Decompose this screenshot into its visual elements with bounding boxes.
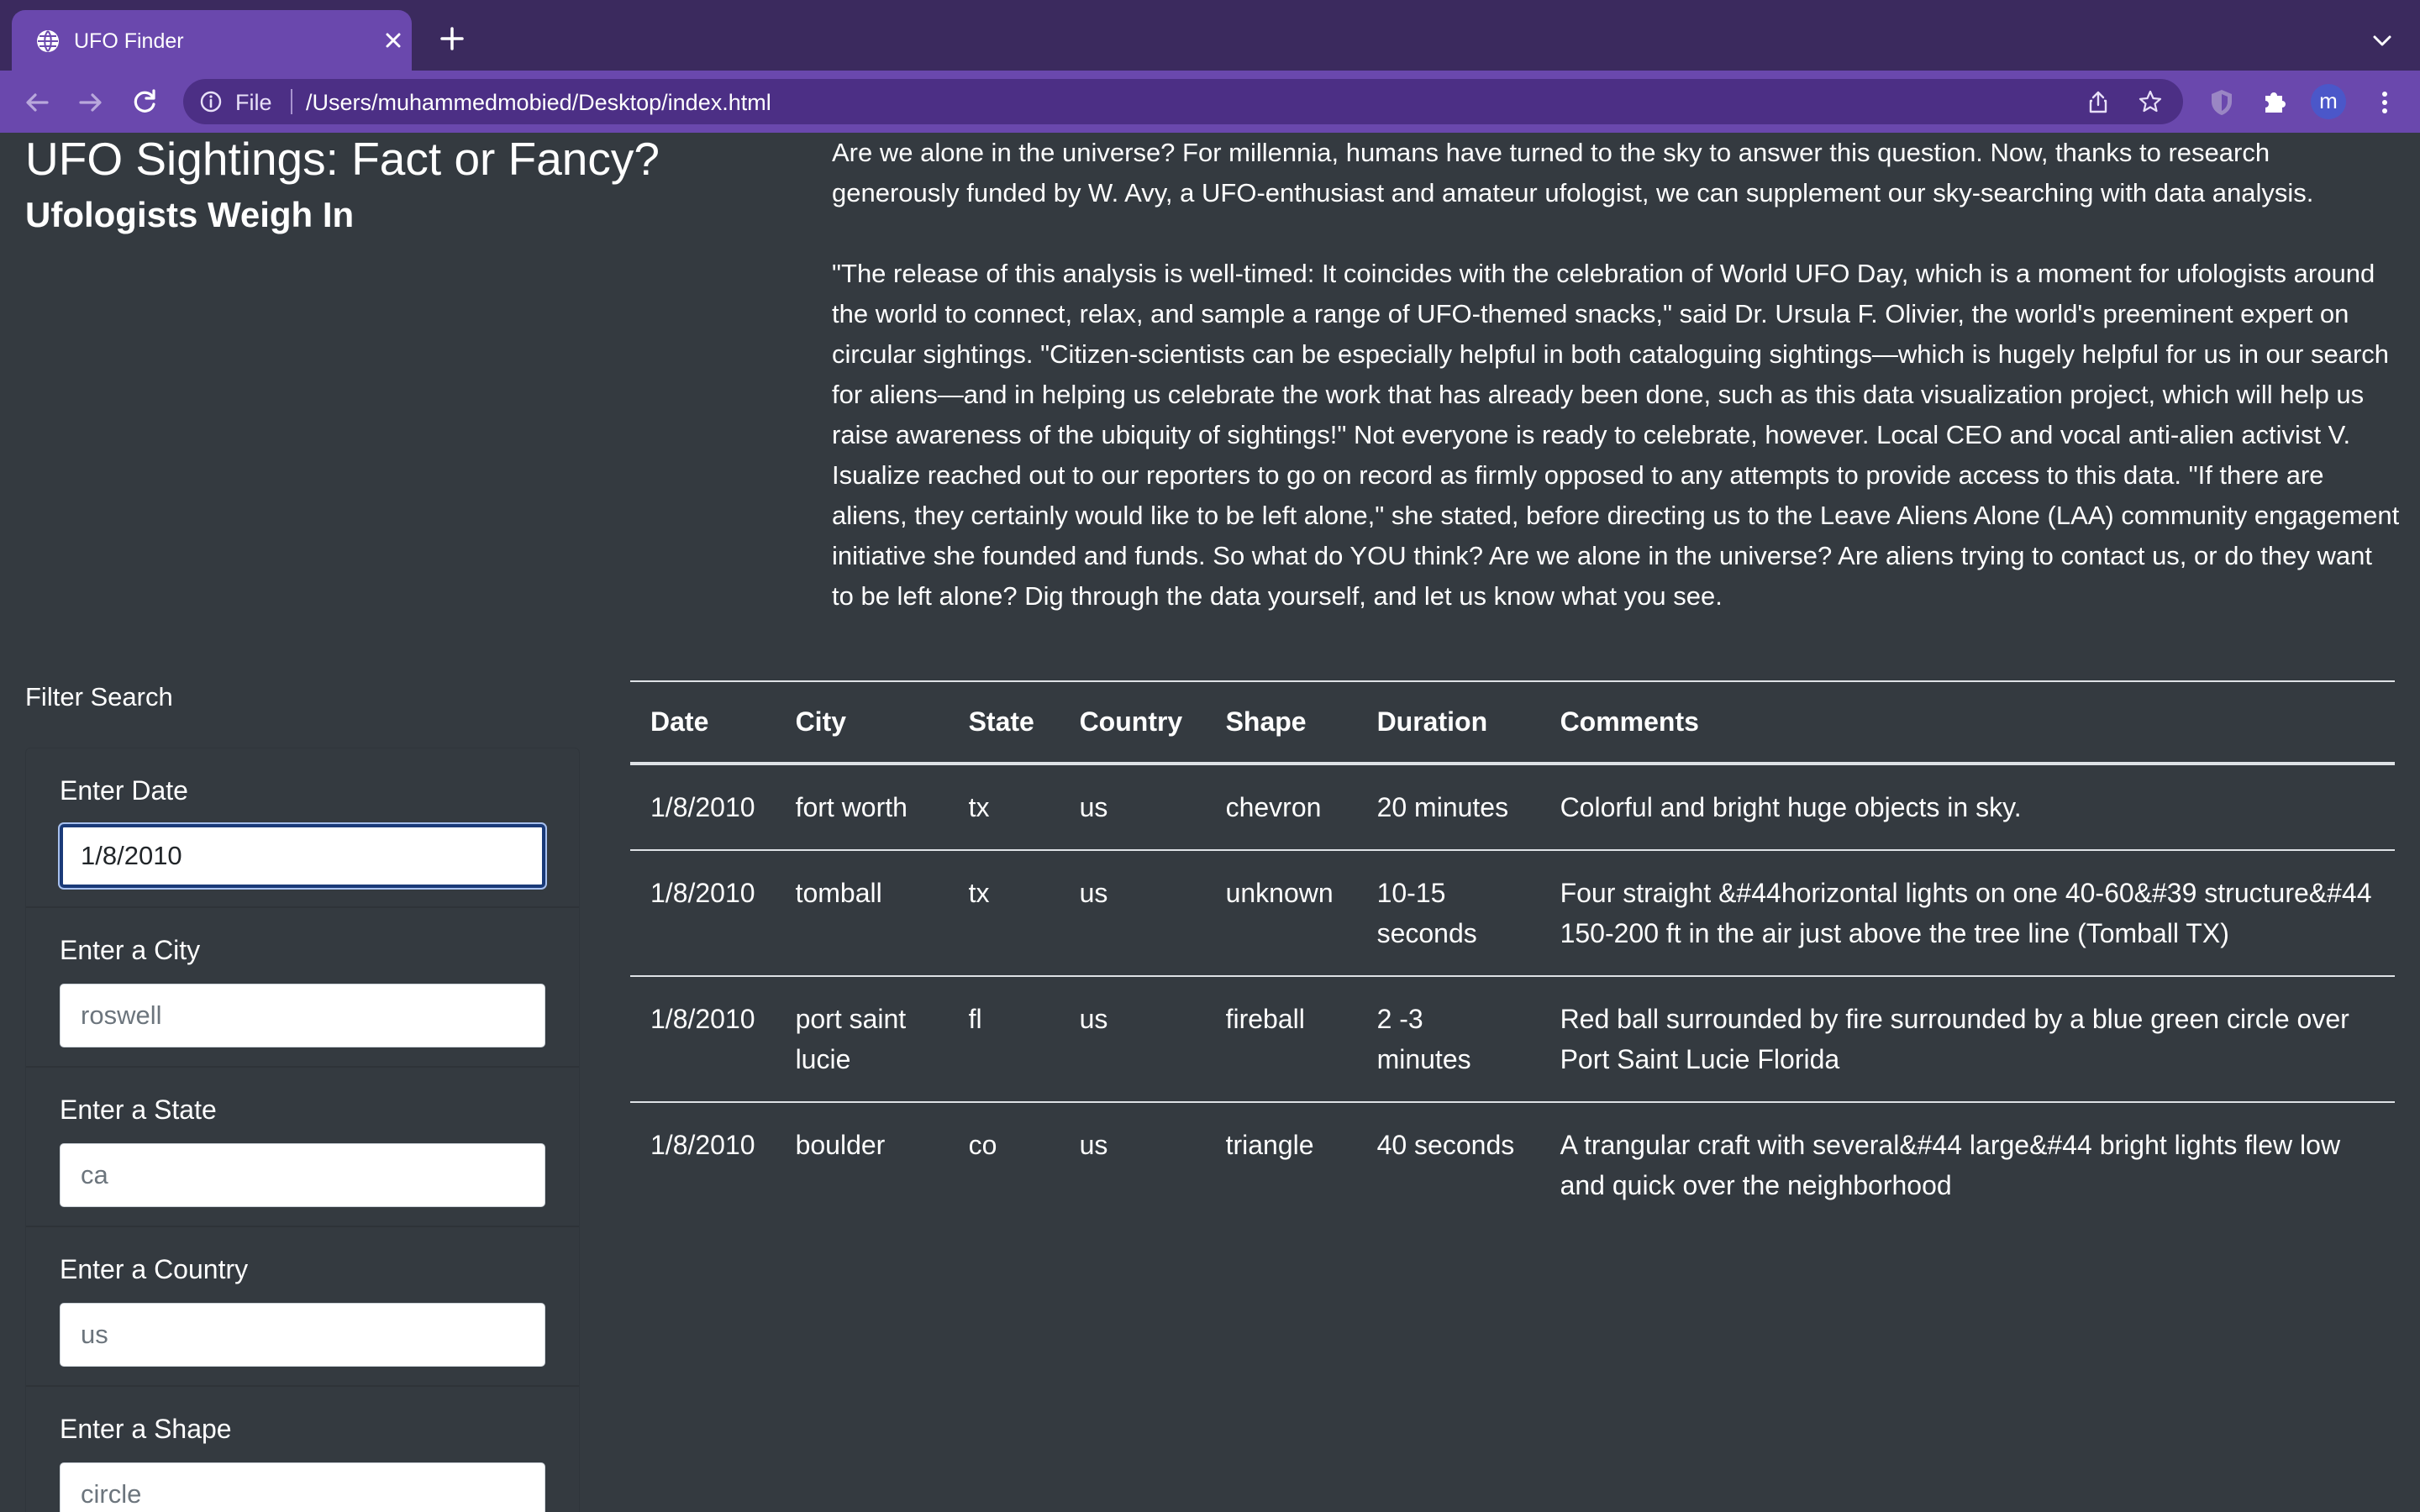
column-header-shape: Shape [1205, 681, 1357, 765]
cell-state: tx [948, 850, 1060, 977]
table-header-row: Date City State Country Shape Duration C… [630, 681, 2395, 765]
url-scheme-label: File [235, 90, 272, 115]
reload-icon[interactable] [128, 86, 161, 119]
share-icon[interactable] [2086, 89, 2111, 114]
state-input[interactable] [60, 1143, 545, 1207]
shield-icon[interactable] [2205, 86, 2238, 119]
address-bar[interactable]: File /Users/muhammedmobied/Desktop/index… [183, 79, 2183, 124]
cell-city: fort worth [775, 764, 949, 851]
filter-item-date: Enter Date [26, 748, 579, 908]
cell-city: port saint lucie [775, 976, 949, 1103]
cell-duration: 40 seconds [1376, 1130, 1515, 1160]
new-tab-icon[interactable] [437, 24, 467, 54]
cell-state: fl [948, 976, 1060, 1103]
cell-shape: unknown [1205, 850, 1357, 977]
table-row: 1/8/2010 tomball tx us unknown 10-15 sec… [630, 850, 2395, 977]
date-label: Enter Date [60, 775, 188, 806]
shape-input[interactable] [60, 1462, 545, 1512]
cell-duration: 20 minutes [1356, 764, 1540, 851]
cell-comments: Four straight &#44horizontal lights on o… [1539, 850, 2395, 977]
cell-comments: Colorful and bright huge objects in sky. [1539, 764, 2395, 851]
tab-strip: UFO Finder [0, 0, 2420, 71]
country-label: Enter a Country [60, 1254, 249, 1284]
page-title: UFO Sightings: Fact or Fancy? [25, 133, 660, 185]
browser-toolbar: File /Users/muhammedmobied/Desktop/index… [0, 71, 2420, 133]
column-header-comments: Comments [1539, 681, 2395, 765]
column-header-country: Country [1059, 681, 1206, 765]
cell-comments: A trangular craft with several&#44 large… [1560, 1130, 2341, 1200]
intro-paragraph: "The release of this analysis is well-ti… [832, 259, 2400, 611]
cell-state: co [968, 1130, 997, 1160]
cell-state: tx [948, 764, 1060, 851]
date-input[interactable] [60, 824, 545, 888]
filter-item-city: Enter a City [26, 908, 579, 1068]
browser-tab[interactable]: UFO Finder [12, 10, 412, 71]
cell-duration: 10-15 seconds [1356, 850, 1540, 977]
shape-label: Enter a Shape [60, 1414, 232, 1444]
cell-date: 1/8/2010 [630, 764, 776, 851]
cell-country: us [1079, 1130, 1108, 1160]
cell-city: boulder [795, 1130, 886, 1160]
filter-item-country: Enter a Country [26, 1227, 579, 1387]
extensions-puzzle-icon[interactable] [2257, 86, 2291, 119]
forward-arrow-icon[interactable] [74, 86, 108, 119]
cell-shape: fireball [1205, 976, 1357, 1103]
filter-heading: Filter Search [25, 682, 173, 711]
more-menu-icon[interactable] [2368, 86, 2402, 119]
bookmark-star-icon[interactable] [2138, 89, 2163, 114]
table-row: 1/8/2010 port saint lucie fl us fireball… [630, 976, 2395, 1103]
tab-title: UFO Finder [74, 29, 184, 53]
column-header-state: State [948, 681, 1060, 765]
filter-item-state: Enter a State [26, 1068, 579, 1227]
city-input[interactable] [60, 984, 545, 1047]
column-header-duration: Duration [1356, 681, 1540, 765]
cell-country: us [1059, 976, 1206, 1103]
filter-item-shape: Enter a Shape [26, 1387, 579, 1512]
ufo-table: Date City State Country Shape Duration C… [630, 680, 2395, 1227]
cell-country: us [1059, 764, 1206, 851]
column-header-city: City [775, 681, 949, 765]
page-content: UFO Sightings: Fact or Fancy? Ufologists… [0, 133, 2420, 1512]
url-text[interactable]: /Users/muhammedmobied/Desktop/index.html [306, 91, 771, 114]
cell-date: 1/8/2010 [650, 1130, 755, 1160]
cell-comments: Red ball surrounded by fire surrounded b… [1539, 976, 2395, 1103]
close-icon[interactable] [378, 25, 408, 55]
page-subtitle: Ufologists Weigh In [25, 195, 355, 234]
table-row: 1/8/2010 fort worth tx us chevron 20 min… [630, 764, 2395, 851]
info-icon[interactable] [198, 89, 224, 114]
intro-article: Are we alone in the universe? For millen… [832, 133, 2400, 657]
city-label: Enter a City [60, 935, 201, 965]
back-arrow-icon[interactable] [20, 86, 54, 119]
country-input[interactable] [60, 1303, 545, 1367]
column-header-date: Date [630, 681, 776, 765]
cell-shape: chevron [1205, 764, 1357, 851]
intro-paragraph: Are we alone in the universe? For millen… [832, 138, 2314, 207]
cell-shape: triangle [1225, 1130, 1314, 1160]
profile-avatar[interactable]: m [2311, 84, 2346, 119]
chevron-down-icon[interactable] [2368, 27, 2396, 55]
table-row: 1/8/2010 boulder co us triangle 40 secon… [630, 1102, 2395, 1227]
omnibox-divider [291, 89, 292, 114]
state-label: Enter a State [60, 1095, 217, 1125]
filter-panel: Enter Date Enter a City Enter a State En… [25, 748, 580, 1512]
cell-duration: 2 -3 minutes [1356, 976, 1540, 1103]
cell-date: 1/8/2010 [630, 850, 776, 977]
cell-city: tomball [775, 850, 949, 977]
cell-date: 1/8/2010 [630, 976, 776, 1103]
cell-country: us [1059, 850, 1206, 977]
globe-icon [37, 30, 59, 52]
